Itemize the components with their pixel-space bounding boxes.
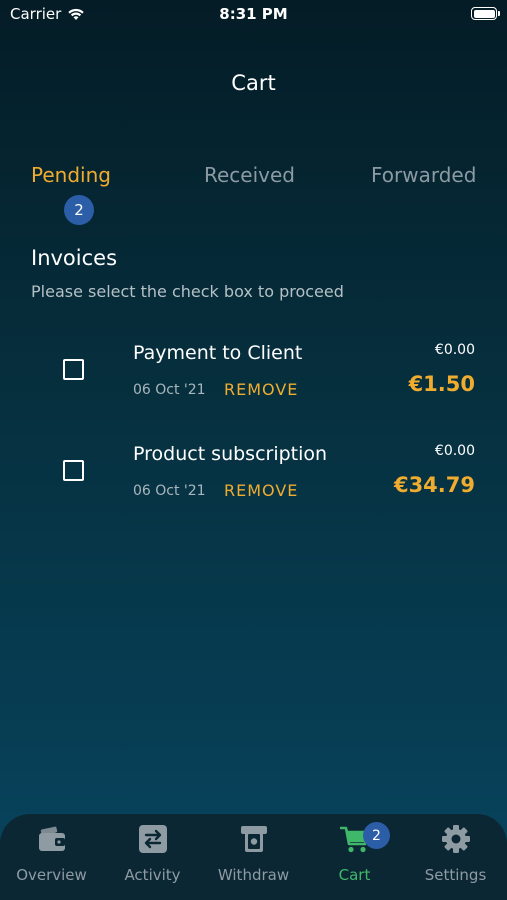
status-bar: Carrier 8:31 PM	[0, 0, 507, 28]
invoice-small-amount: €0.00	[434, 443, 475, 459]
tab-label: Activity	[124, 866, 181, 884]
tab-label: Settings	[424, 866, 487, 884]
pending-count-badge: 2	[64, 195, 94, 225]
invoice-name: Product subscription	[133, 443, 328, 465]
invoice-small-amount: €0.00	[434, 342, 475, 358]
invoice-date: 06 Oct '21	[133, 382, 206, 398]
tab-settings[interactable]: Settings	[405, 814, 506, 900]
tab-activity[interactable]: Activity	[102, 814, 203, 900]
section-subtitle: Please select the check box to proceed	[31, 282, 344, 301]
tab-cart[interactable]: Cart	[304, 814, 405, 900]
invoice-amount: €1.50	[408, 372, 475, 396]
bottom-tab-bar: Overview Activity Withdraw Cart Settings	[0, 814, 507, 900]
page-title: Cart	[231, 71, 276, 95]
battery-icon	[471, 7, 500, 20]
tab-pending[interactable]: Pending	[31, 163, 111, 187]
atm-withdraw-icon	[239, 824, 269, 854]
tab-label: Withdraw	[217, 866, 290, 884]
transfer-arrows-icon	[138, 824, 168, 854]
status-time: 8:31 PM	[219, 5, 288, 23]
tab-overview[interactable]: Overview	[1, 814, 102, 900]
invoice-checkbox[interactable]	[63, 359, 84, 380]
gear-icon	[441, 824, 471, 854]
section-title: Invoices	[31, 246, 118, 270]
invoice-row: Product subscription 06 Oct '21 REMOVE €…	[0, 443, 507, 523]
invoice-date: 06 Oct '21	[133, 483, 206, 499]
tab-received[interactable]: Received	[204, 163, 295, 187]
invoice-amount: €34.79	[393, 473, 475, 497]
invoice-checkbox[interactable]	[63, 460, 84, 481]
invoice-name: Payment to Client	[133, 342, 303, 364]
tab-label: Overview	[16, 866, 87, 884]
tab-forwarded[interactable]: Forwarded	[371, 163, 476, 187]
cart-count-badge: 2	[363, 822, 390, 849]
wallet-icon	[37, 824, 67, 854]
remove-button[interactable]: REMOVE	[224, 380, 298, 399]
remove-button[interactable]: REMOVE	[224, 481, 298, 500]
tab-label: Cart	[338, 866, 371, 884]
invoice-row: Payment to Client 06 Oct '21 REMOVE €0.0…	[0, 342, 507, 422]
tab-withdraw[interactable]: Withdraw	[203, 814, 304, 900]
